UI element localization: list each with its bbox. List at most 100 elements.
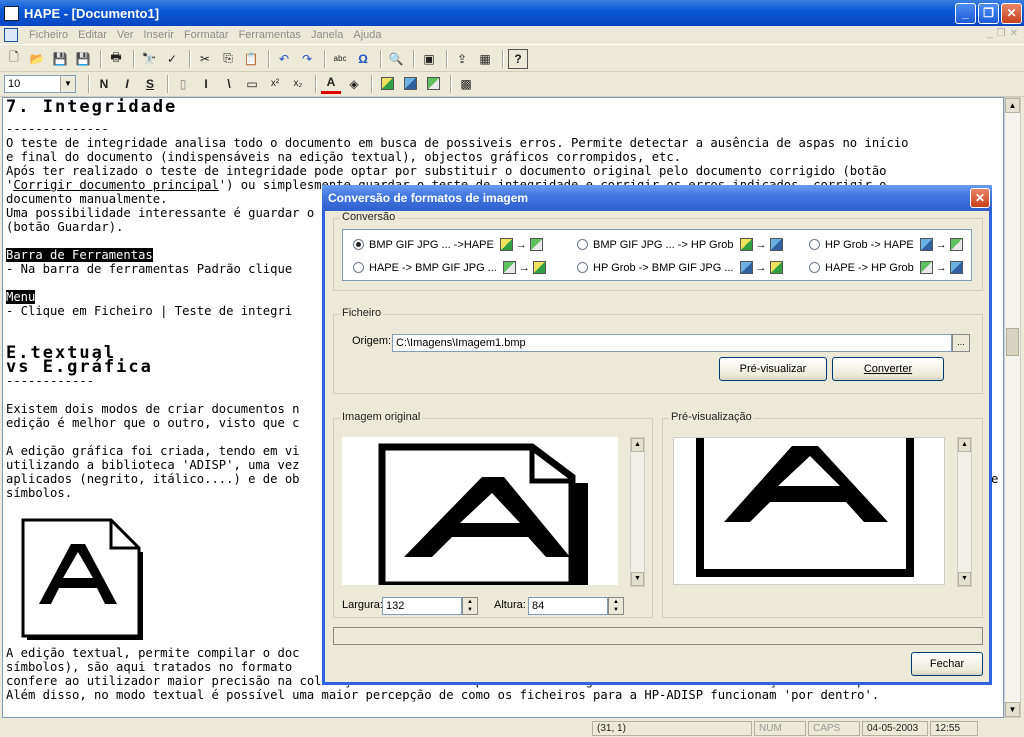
qr-grid-icon[interactable]: ▩ (456, 74, 476, 94)
image-icon-b (403, 77, 417, 90)
link-corrigir[interactable]: Corrigir documento principal (13, 178, 218, 192)
convert-button[interactable]: Converter (832, 357, 944, 381)
hape-icon (919, 261, 933, 274)
option-grob-to-img[interactable]: HP Grob -> BMP GIF JPG ... → (577, 261, 786, 274)
width-input[interactable]: 132 (382, 597, 462, 615)
maximize-button[interactable]: ❐ (978, 3, 999, 24)
help-icon[interactable]: ? (508, 48, 528, 69)
fill-color-icon[interactable]: ◈ (344, 74, 364, 94)
section-menu-heading: Menu (6, 290, 36, 304)
bold-button[interactable]: N (94, 74, 114, 94)
scroll-down-icon[interactable]: ▼ (631, 572, 644, 586)
menu-formatar[interactable]: Formatar (179, 29, 234, 41)
dialog-title: Conversão de formatos de imagem (328, 191, 529, 205)
font-size-select[interactable]: 10 ▼ (4, 74, 76, 93)
close-dialog-button[interactable]: Fechar (911, 652, 983, 676)
abc-icon[interactable]: abc (330, 49, 350, 69)
document-icon[interactable] (4, 28, 18, 42)
menu-ferramentas[interactable]: Ferramentas (234, 29, 306, 41)
font-color-icon[interactable]: A (321, 74, 341, 94)
mdi-restore-icon[interactable]: ❐ (997, 28, 1006, 39)
screen-icon[interactable]: ▣ (419, 49, 439, 69)
image-edit-icon[interactable] (423, 74, 443, 94)
save-as-icon[interactable]: 💾 (73, 49, 93, 69)
text-line-a: aplicados (negrito, itálico....) e de ob (6, 472, 300, 486)
menu-editar[interactable]: Editar (73, 29, 112, 41)
preview-a-graphic (696, 438, 914, 577)
option-label: HAPE -> HP Grob (825, 261, 914, 274)
mdi-close-icon[interactable]: ✕ (1010, 28, 1018, 39)
image-insert-icon[interactable] (400, 74, 420, 94)
insert-cursor-icon[interactable]: I (196, 74, 216, 94)
menu-ajuda[interactable]: Ajuda (348, 29, 386, 41)
underline-button[interactable]: S (140, 74, 160, 94)
option-label: BMP GIF JPG ... ->HAPE (369, 238, 494, 251)
copy-icon[interactable]: ⎘ (218, 49, 238, 69)
option-img-to-grob[interactable]: BMP GIF JPG ... -> HP Grob → (577, 238, 786, 251)
radio-selected-icon[interactable] (353, 239, 364, 250)
height-spinner[interactable]: ▲ ▼ (608, 597, 624, 615)
preview-icon[interactable]: 🔍 (386, 49, 406, 69)
calculator-icon[interactable]: ▦ (475, 49, 495, 69)
frame-icon[interactable]: ▯ (173, 74, 193, 94)
backslash-icon[interactable]: \ (219, 74, 239, 94)
superscript-icon[interactable]: x² (265, 74, 285, 94)
heading-integridade: 7. Integridade (6, 97, 178, 117)
omega-icon[interactable]: Ω (353, 49, 373, 69)
radio-icon[interactable] (809, 262, 820, 273)
radio-icon[interactable] (577, 262, 588, 273)
paste-icon[interactable]: 📋 (241, 49, 261, 69)
option-hape-to-grob[interactable]: HAPE -> HP Grob → (809, 261, 966, 274)
scroll-thumb[interactable] (1006, 328, 1019, 356)
mdi-minimize-icon[interactable]: _ (987, 28, 993, 39)
square-icon[interactable]: ▭ (242, 74, 262, 94)
save-icon[interactable]: 💾 (50, 49, 70, 69)
radio-icon[interactable] (577, 239, 588, 250)
option-label: HP Grob -> BMP GIF JPG ... (593, 261, 734, 274)
scroll-down-icon[interactable]: ▼ (1005, 702, 1020, 717)
preview-button[interactable]: Pré-visualizar (719, 357, 827, 381)
editor-scrollbar[interactable]: ▲ ▼ (1004, 97, 1021, 718)
send-icon[interactable]: ⇪ (452, 49, 472, 69)
origin-label: Origem: (352, 335, 392, 347)
option-hape-to-img[interactable]: HAPE -> BMP GIF JPG ... → (353, 261, 549, 274)
original-scrollbar[interactable]: ▲ ▼ (630, 437, 645, 587)
find-icon[interactable]: 🔭 (139, 49, 159, 69)
menu-ver[interactable]: Ver (112, 29, 139, 41)
spellcheck-icon[interactable]: ✓ (162, 49, 182, 69)
status-time: 12:55 (930, 720, 978, 736)
height-input[interactable]: 84 (528, 597, 608, 615)
redo-icon[interactable]: ↷ (297, 49, 317, 69)
scroll-up-icon[interactable]: ▲ (1005, 98, 1020, 113)
menu-inserir[interactable]: Inserir (138, 29, 179, 41)
image-icon[interactable] (377, 74, 397, 94)
menu-ficheiro[interactable]: Ficheiro (24, 29, 73, 41)
italic-button[interactable]: I (117, 74, 137, 94)
original-image-group: Imagem original ▲ ▼ Largura: 132 ▲ ▼ Altu… (333, 411, 653, 618)
scroll-down-icon[interactable]: ▼ (958, 572, 971, 586)
width-spinner[interactable]: ▲ ▼ (462, 597, 478, 615)
cut-icon[interactable]: ✂ (195, 49, 215, 69)
minimize-button[interactable]: _ (955, 3, 976, 24)
radio-icon[interactable] (353, 262, 364, 273)
option-grob-to-hape[interactable]: HP Grob -> HAPE → (809, 238, 966, 251)
option-img-to-hape[interactable]: BMP GIF JPG ... ->HAPE → (353, 238, 546, 251)
scroll-up-icon[interactable]: ▲ (958, 438, 971, 452)
print-icon[interactable]: 🖶 (106, 49, 126, 69)
preview-scrollbar[interactable]: ▲ ▼ (957, 437, 972, 587)
chevron-down-icon[interactable]: ▼ (60, 75, 75, 92)
origin-path-input[interactable]: C:\Imagens\Imagem1.bmp (392, 334, 952, 352)
undo-icon[interactable]: ↶ (274, 49, 294, 69)
close-button[interactable]: ✕ (1001, 3, 1022, 24)
browse-button[interactable]: ... (952, 334, 970, 352)
subscript-icon[interactable]: x₂ (288, 74, 308, 94)
scroll-up-icon[interactable]: ▲ (631, 438, 644, 452)
original-image-legend: Imagem original (340, 411, 423, 423)
new-document-icon[interactable]: 🗋 (4, 49, 24, 69)
dialog-close-icon[interactable]: ✕ (970, 188, 990, 208)
radio-icon[interactable] (809, 239, 820, 250)
status-num: NUM (754, 720, 806, 736)
height-label: Altura: (494, 599, 526, 611)
open-folder-icon[interactable]: 📂 (27, 49, 47, 69)
menu-janela[interactable]: Janela (306, 29, 348, 41)
